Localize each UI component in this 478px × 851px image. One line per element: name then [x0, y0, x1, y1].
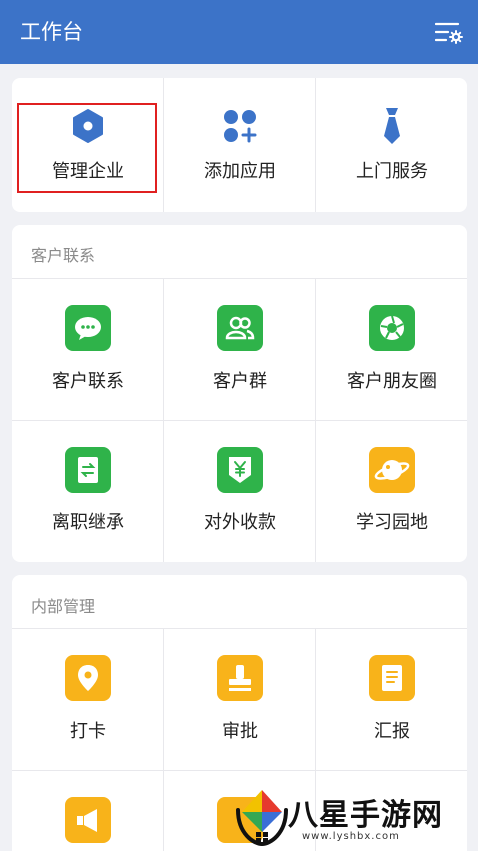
stamp-icon: [217, 655, 263, 701]
apps-add-icon: [224, 110, 257, 143]
report-label: 汇报: [374, 721, 410, 742]
customer-group-label: 客户群: [213, 371, 267, 392]
watermark: 八星手游网 www.lyshbx.com: [228, 782, 478, 851]
group-icon: [217, 305, 263, 351]
customer-section-title: 客户联系: [31, 246, 96, 265]
watermark-url: www.lyshbx.com: [302, 831, 400, 842]
watermark-text: 八星手游网: [288, 798, 443, 833]
report-button[interactable]: 汇报: [316, 628, 467, 770]
learning-garden-button[interactable]: 学习园地: [316, 421, 467, 562]
megaphone-icon: [65, 797, 111, 843]
external-payment-label: 对外收款: [204, 512, 276, 533]
chat-bubble-icon: [65, 305, 111, 351]
transfer-icon: [65, 447, 111, 493]
location-pin-icon: [65, 655, 111, 701]
top-bar: 工作台: [0, 0, 478, 64]
resign-inherit-button[interactable]: 离职继承: [12, 421, 164, 562]
approval-button[interactable]: 审批: [164, 628, 316, 770]
customer-group-button[interactable]: 客户群: [164, 278, 316, 420]
yuan-shield-icon: [217, 447, 263, 493]
planet-icon: [369, 447, 415, 493]
customer-moments-label: 客户朋友圈: [347, 371, 437, 392]
customer-contact-button[interactable]: 客户联系: [12, 278, 164, 420]
external-payment-button[interactable]: 对外收款: [164, 421, 316, 562]
onsite-service-button[interactable]: 上门服务: [316, 78, 467, 212]
highlight-box: [17, 103, 157, 193]
report-doc-icon: [369, 655, 415, 701]
customer-moments-button[interactable]: 客户朋友圈: [316, 278, 467, 420]
approval-label: 审批: [222, 721, 258, 742]
customer-contact-card: 客户联系 客户联系 客户群 客户朋友圈 离职继承 对外收款 学习园地: [12, 225, 467, 562]
watermark-logo-icon: [236, 790, 288, 846]
check-in-label: 打卡: [70, 721, 106, 742]
page-title: 工作台: [20, 20, 83, 44]
add-app-button[interactable]: 添加应用: [164, 78, 316, 212]
check-in-button[interactable]: 打卡: [12, 628, 164, 770]
settings-list-icon[interactable]: [435, 21, 463, 45]
learning-garden-label: 学习园地: [356, 512, 428, 533]
add-app-label: 添加应用: [204, 161, 276, 182]
announcement-button[interactable]: [12, 771, 164, 851]
customer-contact-label: 客户联系: [52, 371, 124, 392]
tie-icon: [384, 108, 400, 144]
internal-section-title: 内部管理: [31, 597, 96, 616]
aperture-icon: [369, 305, 415, 351]
resign-inherit-label: 离职继承: [52, 512, 124, 533]
onsite-service-label: 上门服务: [356, 161, 428, 182]
